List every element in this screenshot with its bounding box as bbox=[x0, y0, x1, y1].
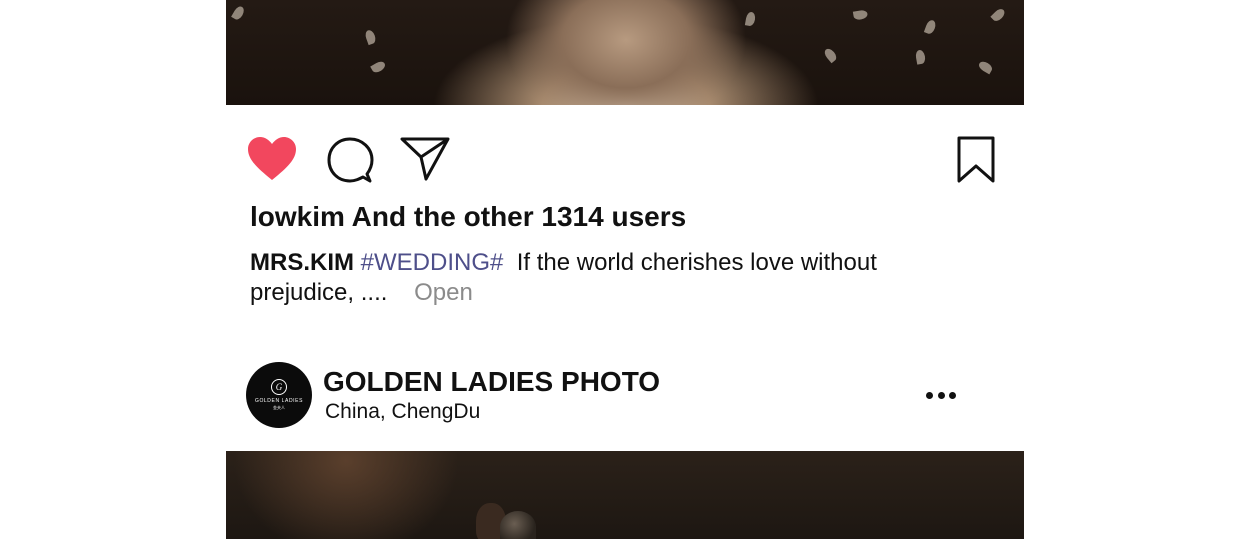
more-dot bbox=[937, 391, 945, 399]
petal bbox=[977, 59, 994, 75]
feed: lowkim And the other 1314 users MRS.KIM … bbox=[226, 0, 1024, 539]
post-photo-couple[interactable] bbox=[226, 451, 1024, 539]
bookmark-icon[interactable] bbox=[956, 136, 996, 189]
petal bbox=[363, 28, 378, 46]
avatar[interactable]: G GOLDEN LADIES 金夫人 bbox=[246, 362, 312, 428]
caption-hashtag[interactable]: #WEDDING# bbox=[361, 249, 504, 276]
avatar-sub-text: 金夫人 bbox=[273, 405, 285, 410]
petal bbox=[990, 6, 1007, 24]
photo-figure-accessory bbox=[500, 511, 536, 539]
comment-bubble-icon[interactable] bbox=[326, 136, 374, 189]
more-dot bbox=[926, 391, 933, 399]
petal bbox=[852, 9, 869, 21]
post-actions-bar bbox=[226, 130, 1024, 190]
heart-icon[interactable] bbox=[246, 136, 298, 187]
more-dot bbox=[949, 391, 956, 399]
petal bbox=[231, 4, 246, 22]
petal bbox=[914, 49, 927, 65]
more-horizontal-icon[interactable] bbox=[926, 390, 956, 400]
post-header: G GOLDEN LADIES 金夫人 GOLDEN LADIES PHOTO … bbox=[226, 362, 1024, 428]
petal bbox=[744, 11, 757, 27]
avatar-monogram: G bbox=[271, 379, 287, 395]
post-location[interactable]: China, ChengDu bbox=[325, 400, 480, 424]
petal bbox=[370, 59, 387, 75]
caption-username[interactable]: MRS.KIM bbox=[250, 249, 354, 276]
caption-open-link[interactable]: Open bbox=[414, 279, 473, 306]
post-photo-wedding-dress[interactable] bbox=[226, 0, 1024, 105]
petal bbox=[923, 18, 938, 36]
likes-count-text[interactable]: lowkim And the other 1314 users bbox=[250, 201, 686, 233]
paper-plane-icon[interactable] bbox=[400, 136, 450, 187]
avatar-brand-text: GOLDEN LADIES bbox=[254, 398, 304, 404]
account-name[interactable]: GOLDEN LADIES PHOTO bbox=[323, 366, 660, 398]
petal bbox=[822, 46, 839, 64]
post-caption: MRS.KIM #WEDDING# If the world cherishes… bbox=[250, 248, 950, 308]
